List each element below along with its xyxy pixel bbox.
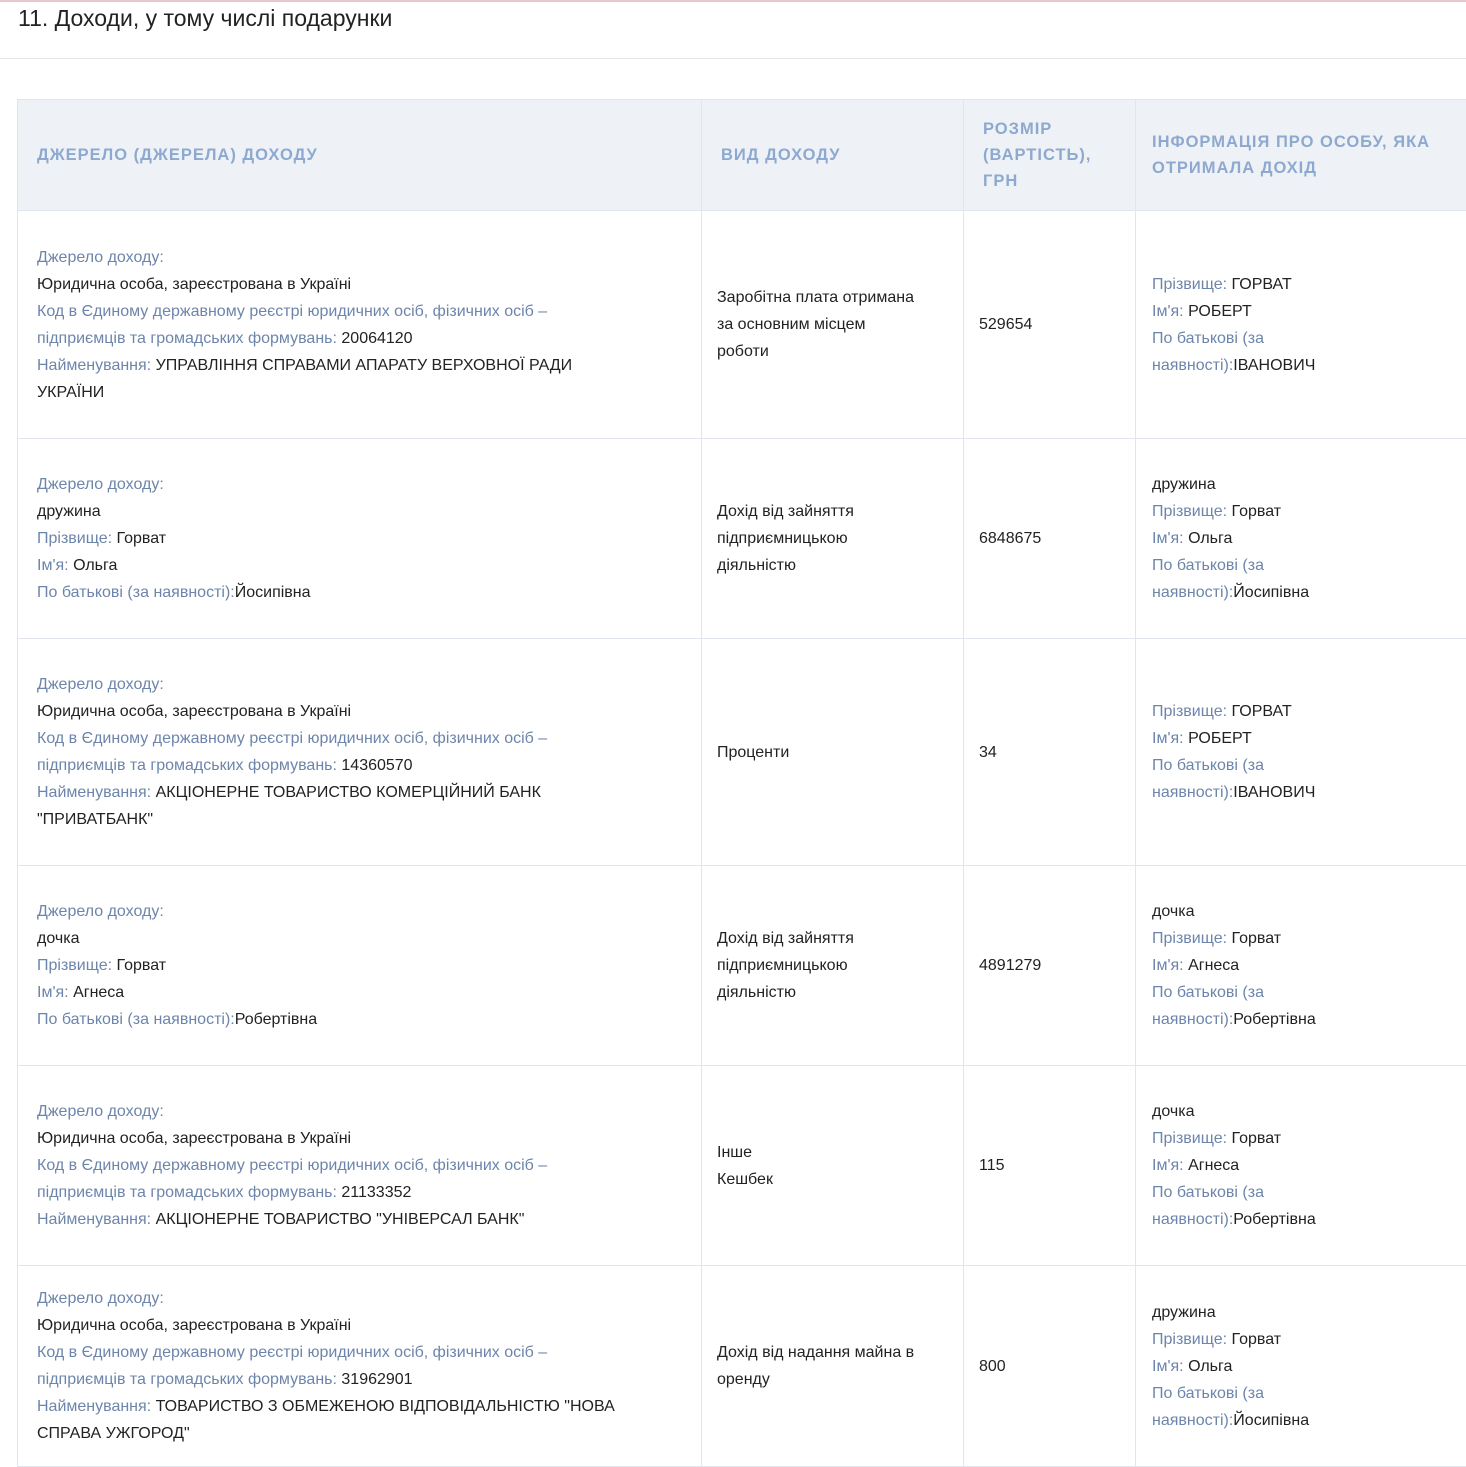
cell-recipient: Прізвище: ГОРВАТ Ім'я: РОБЕРТ По батьков… [1136, 211, 1466, 439]
cell-type: Інше Кешбек [702, 1066, 964, 1266]
cell-recipient: дружина Прізвище: Горват Ім'я: Ольга По … [1136, 1266, 1466, 1467]
cell-amount: 34 [964, 639, 1136, 866]
cell-type: Заробітна плата отримана за основним міс… [702, 211, 964, 439]
header-recipient: Інформація про особу, яка отримала дохід [1136, 100, 1466, 211]
cell-source: Джерело доходу: Юридична особа, зареєстр… [18, 1266, 702, 1467]
cell-amount: 4891279 [964, 866, 1136, 1066]
income-table: Джерело (джерела) доходу Вид доходу Розм… [17, 99, 1466, 1467]
header-type: Вид доходу [702, 100, 964, 211]
cell-type: Дохід від зайняття підприємницькою діяль… [702, 439, 964, 639]
table-row: Джерело доходу: Юридична особа, зареєстр… [18, 639, 1466, 866]
cell-recipient: дочка Прізвище: Горват Ім'я: Агнеса По б… [1136, 1066, 1466, 1266]
cell-type: Дохід від зайняття підприємницькою діяль… [702, 866, 964, 1066]
table-row: Джерело доходу: Юридична особа, зареєстр… [18, 1266, 1466, 1467]
cell-recipient: дружина Прізвище: Горват Ім'я: Ольга По … [1136, 439, 1466, 639]
cell-source: Джерело доходу: дочка Прізвище: Горват І… [18, 866, 702, 1066]
cell-amount: 800 [964, 1266, 1136, 1467]
cell-source: Джерело доходу: Юридична особа, зареєстр… [18, 639, 702, 866]
cell-amount: 115 [964, 1066, 1136, 1266]
table-row: Джерело доходу: дружина Прізвище: Горват… [18, 439, 1466, 639]
cell-amount: 6848675 [964, 439, 1136, 639]
cell-source: Джерело доходу: Юридична особа, зареєстр… [18, 1066, 702, 1266]
table-row: Джерело доходу: Юридична особа, зареєстр… [18, 1066, 1466, 1266]
cell-amount: 529654 [964, 211, 1136, 439]
header-amount: Розмір (вартість), грн [964, 100, 1136, 211]
cell-type: Дохід від надання майна в оренду [702, 1266, 964, 1467]
cell-type: Проценти [702, 639, 964, 866]
top-accent-line [0, 0, 1466, 2]
table-row: Джерело доходу: дочка Прізвище: Горват І… [18, 866, 1466, 1066]
table-header-row: Джерело (джерела) доходу Вид доходу Розм… [18, 100, 1466, 211]
table-row: Джерело доходу: Юридична особа, зареєстр… [18, 211, 1466, 439]
cell-source: Джерело доходу: Юридична особа, зареєстр… [18, 211, 702, 439]
cell-recipient: дочка Прізвище: Горват Ім'я: Агнеса По б… [1136, 866, 1466, 1066]
cell-source: Джерело доходу: дружина Прізвище: Горват… [18, 439, 702, 639]
cell-recipient: Прізвище: ГОРВАТ Ім'я: РОБЕРТ По батьков… [1136, 639, 1466, 866]
section-title: 11. Доходи, у тому числі подарунки [18, 5, 392, 32]
header-source: Джерело (джерела) доходу [18, 100, 702, 211]
title-divider [0, 58, 1466, 59]
